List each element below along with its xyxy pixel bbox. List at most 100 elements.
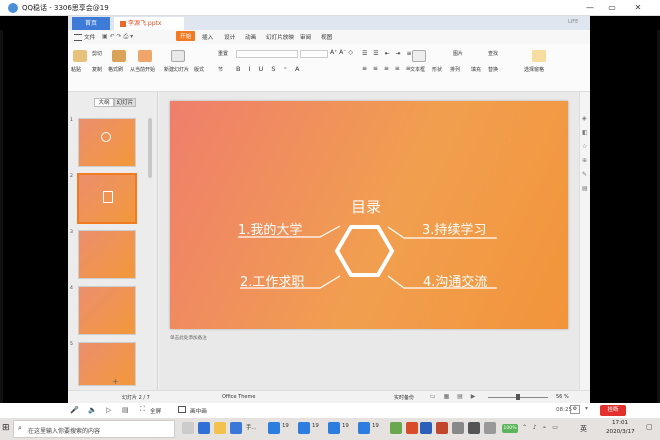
- menu-start[interactable]: 开始: [176, 31, 196, 41]
- tab-document[interactable]: 李源飞.pptx: [114, 17, 184, 30]
- reset-button[interactable]: 重置: [218, 50, 228, 57]
- slide-number: 5: [70, 342, 73, 347]
- right-tool-icons[interactable]: ◈ ◧ ☆ ⊕ ✎ ▤: [582, 112, 588, 196]
- add-slide-button[interactable]: +: [112, 377, 119, 386]
- app-icon[interactable]: [484, 422, 496, 434]
- shape-button[interactable]: 形状: [432, 66, 442, 73]
- paragraph-list-buttons[interactable]: ☰ ☰ ⇤ ⇥ ≡: [362, 50, 413, 57]
- qq-chat-icon[interactable]: [298, 422, 310, 434]
- minimize-button[interactable]: —: [582, 2, 598, 14]
- fullscreen-button[interactable]: 全屏: [150, 407, 161, 415]
- picture-button[interactable]: 图片: [453, 50, 463, 57]
- app-icon[interactable]: [468, 422, 480, 434]
- tab-outline[interactable]: 大纲: [94, 98, 114, 107]
- format-painter-icon[interactable]: [112, 50, 126, 62]
- mic-icon[interactable]: 🎤: [70, 406, 79, 414]
- hamburger-icon[interactable]: [74, 34, 82, 41]
- zoom-slider-thumb[interactable]: [516, 394, 520, 400]
- app-icon[interactable]: [390, 422, 402, 434]
- wps-presentation-icon[interactable]: [436, 422, 448, 434]
- arrange-button[interactable]: 排列: [450, 66, 460, 73]
- select-pane-icon[interactable]: [532, 50, 546, 62]
- slide-thumbnail-2[interactable]: [78, 174, 136, 223]
- notification-icon[interactable]: ▢: [646, 423, 653, 431]
- menu-design[interactable]: 设计: [224, 33, 235, 41]
- section-button[interactable]: 节: [218, 66, 223, 73]
- tab-document-label: 李源飞.pptx: [128, 20, 162, 27]
- play-icon[interactable]: [138, 50, 152, 62]
- word-icon[interactable]: [420, 422, 432, 434]
- settings-icon[interactable]: ⚙: [570, 405, 580, 414]
- battery-indicator[interactable]: 100%: [502, 424, 518, 433]
- taskbar-app-label[interactable]: 19: [342, 423, 349, 429]
- taskbar-app-label[interactable]: 19: [282, 423, 289, 429]
- slide-thumbnail-4[interactable]: [78, 286, 136, 335]
- select-pane-label: 选择窗格: [524, 67, 545, 73]
- input-language[interactable]: 英: [580, 424, 587, 434]
- taskbar: ⊞ ⌕ 在这里输入你要搜索的内容 手... 19 19 19 19 100% ⌃…: [0, 418, 660, 440]
- slide-thumbnail-5[interactable]: [78, 342, 136, 386]
- slide-thumbnail-1[interactable]: [78, 118, 136, 167]
- camera-icon[interactable]: ▷: [106, 406, 111, 414]
- qq-app-icon[interactable]: [230, 422, 242, 434]
- menu-review[interactable]: 审阅: [300, 33, 311, 41]
- layout-button[interactable]: 版式: [194, 66, 204, 73]
- close-button[interactable]: ✕: [630, 2, 646, 14]
- explorer-icon[interactable]: [214, 422, 226, 434]
- taskbar-app-label[interactable]: 手...: [246, 423, 257, 431]
- font-family-select[interactable]: [236, 50, 298, 58]
- taskbar-app-label[interactable]: 19: [312, 423, 319, 429]
- backup-status[interactable]: 实时备份: [394, 394, 414, 401]
- edge-icon[interactable]: [198, 422, 210, 434]
- fullscreen-icon: ⛶: [140, 405, 145, 413]
- zoom-level: 56 %: [556, 394, 569, 400]
- menu-slideshow[interactable]: 幻灯片放映: [266, 33, 294, 41]
- taskbar-search[interactable]: ⌕ 在这里输入你要搜索的内容: [13, 420, 175, 438]
- clock-time[interactable]: 17:01: [612, 420, 628, 426]
- format-painter-label: 格式刷: [108, 67, 124, 73]
- slide[interactable]: 目录 1.我的大学 2.工作求职 3.持续学习 4.沟通交流: [170, 101, 568, 329]
- paste-icon[interactable]: [73, 50, 87, 62]
- tab-slides[interactable]: 幻灯片: [114, 98, 136, 107]
- tab-home[interactable]: 首页: [72, 17, 110, 30]
- tray-icons[interactable]: ⌃ ♪ ⌁ ▭: [522, 424, 560, 431]
- clock-date[interactable]: 2020/3/17: [606, 429, 635, 435]
- qq-chat-icon[interactable]: [358, 422, 370, 434]
- qq-chat-icon[interactable]: [328, 422, 340, 434]
- status-bar: 幻灯片 2 / 7 Office Theme 实时备份 ▭ ▦ ▤ ▶ 56 %: [68, 390, 590, 403]
- menu-view[interactable]: 视图: [321, 33, 332, 41]
- new-slide-label: 新建幻灯片: [164, 67, 190, 73]
- qq-chat-icon[interactable]: [268, 422, 280, 434]
- windows-start-icon[interactable]: ⊞: [2, 423, 10, 433]
- view-mode-icons[interactable]: ▭ ▦ ▤ ▶: [430, 393, 478, 400]
- screen-share-icon[interactable]: ▤: [122, 406, 129, 414]
- end-call-button[interactable]: 挂断: [600, 405, 626, 416]
- font-style-buttons[interactable]: B I U S ⁼ A: [236, 65, 302, 73]
- wps-taskbar-icon[interactable]: [406, 422, 418, 434]
- speaker-icon[interactable]: 🔈: [88, 406, 97, 414]
- notes-area[interactable]: 单击此处添加备注: [170, 335, 568, 345]
- font-size-select[interactable]: [300, 50, 328, 58]
- pip-button[interactable]: 画中画: [190, 407, 207, 415]
- cut-button[interactable]: 剪切: [92, 50, 102, 57]
- menu-animation[interactable]: 动画: [245, 33, 256, 41]
- more-icon[interactable]: ▾: [585, 405, 593, 414]
- new-slide-icon[interactable]: [171, 50, 185, 62]
- quick-access-icons[interactable]: ▣ ↶ ↷ ⎙ ▾: [102, 33, 133, 41]
- task-view-icon[interactable]: [182, 422, 194, 434]
- maximize-button[interactable]: ▭: [604, 2, 620, 14]
- replace-button[interactable]: 替换: [488, 66, 498, 73]
- copy-button[interactable]: 复制: [92, 66, 102, 73]
- taskbar-app-label[interactable]: 19: [372, 423, 379, 429]
- slide-thumbnail-3[interactable]: [78, 230, 136, 279]
- font-grow-shrink-icon[interactable]: A⁺ A⁻ ◇: [330, 49, 353, 56]
- alignment-buttons[interactable]: ≡ ≡ ≡ ≡ ≡: [362, 65, 413, 72]
- slide-number: 4: [70, 286, 73, 291]
- panel-scrollbar[interactable]: [148, 118, 152, 178]
- menu-insert[interactable]: 插入: [202, 33, 213, 41]
- find-button[interactable]: 查找: [488, 50, 498, 57]
- menu-file[interactable]: 文件: [84, 33, 95, 41]
- app-icon[interactable]: [452, 422, 464, 434]
- fill-button[interactable]: 填充: [471, 66, 481, 73]
- textbox-icon[interactable]: [412, 50, 426, 62]
